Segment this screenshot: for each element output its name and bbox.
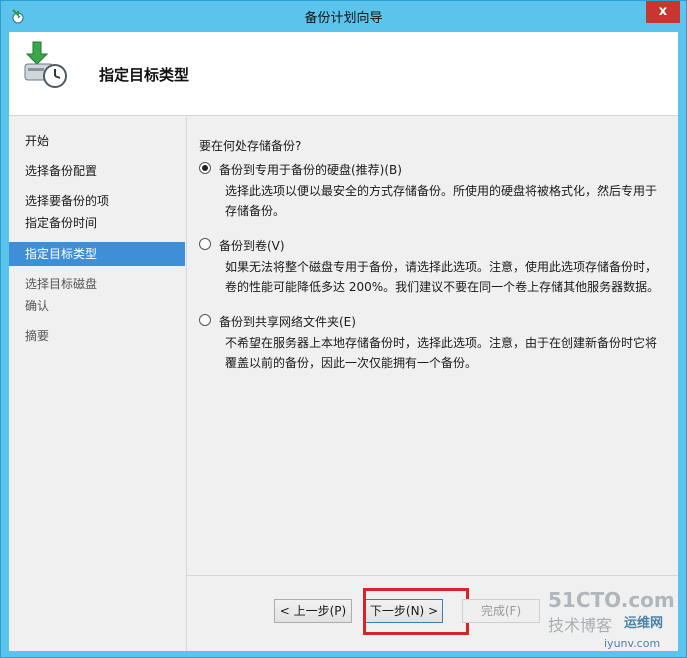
page-title: 指定目标类型 [99, 66, 190, 84]
wizard-header: 指定目标类型 [9, 32, 678, 116]
option-volume-description: 如果无法将整个磁盘专用于备份，请选择此选项。注意，使用此选项存储备份时， 卷的性… [225, 257, 665, 297]
watermark-line4: 运维网 [624, 615, 663, 631]
watermark-line3: iyunv.com [604, 637, 660, 650]
window-title: 备份计划向导 [304, 11, 383, 26]
description-line: 覆盖以前的备份，因此一次仅能拥有一个备份。 [225, 356, 478, 370]
nav-item-confirm: 确认 [25, 299, 50, 313]
close-icon: x [658, 4, 668, 19]
wizard-content: 要在何处存储备份? 备份到专用于备份的硬盘(推荐)(B) 选择此选项以便以最安全… [186, 117, 678, 575]
next-button-highlight [363, 588, 469, 635]
option-volume-label[interactable]: 备份到卷(V) [219, 237, 285, 254]
finish-button: 完成(F) [462, 599, 540, 623]
watermark-line2: 技术博客 [548, 616, 612, 635]
nav-item-destination-disk: 选择目标磁盘 [25, 277, 98, 291]
nav-item-start[interactable]: 开始 [9, 129, 185, 153]
description-line: 不希望在服务器上本地存储备份时，选择此选项。注意，由于在创建新备份时它将 [225, 336, 658, 350]
description-line: 如果无法将整个磁盘专用于备份，请选择此选项。注意，使用此选项存储备份时， [225, 260, 658, 274]
title-bar[interactable]: 备份计划向导 x [1, 1, 686, 31]
option-dedicated-disk-label[interactable]: 备份到专用于备份的硬盘(推荐)(B) [219, 161, 402, 178]
option-network-share-label[interactable]: 备份到共享网络文件夹(E) [219, 313, 356, 330]
watermark-line1: 51CTO.com [548, 588, 675, 612]
radio-volume[interactable] [199, 238, 211, 250]
nav-item-select-items[interactable]: 选择要备份的项 [9, 189, 185, 213]
nav-item-destination-type[interactable]: 指定目标类型 [9, 242, 185, 266]
nav-item-select-backup-config[interactable]: 选择备份配置 [9, 159, 185, 183]
description-line: 存储备份。 [225, 204, 286, 218]
nav-item-backup-time[interactable]: 指定备份时间 [9, 211, 185, 235]
nav-item-summary: 摘要 [25, 329, 50, 343]
close-button[interactable]: x [646, 1, 680, 23]
description-line: 卷的性能可能降低多达 200%。我们建议不要在同一个卷上存储其他服务器数据。 [225, 280, 660, 294]
wizard-steps-nav: 开始 选择备份配置 选择要备份的项 指定备份时间 指定目标类型 选择目标磁盘 确… [9, 117, 186, 651]
backup-schedule-wizard-window: 备份计划向导 x 指定目标类型 开始 选择备份配置 选择要备份的项 指定备份时间… [0, 0, 687, 658]
site-watermark: 51CTO.com 技术博客 运维网 iyunv.com [548, 588, 675, 650]
radio-network-share[interactable] [199, 314, 211, 326]
destination-question: 要在何处存储备份? [199, 139, 302, 153]
backup-wizard-icon [24, 41, 67, 88]
option-dedicated-disk-description: 选择此选项以便以最安全的方式存储备份。所使用的硬盘将被格式化，然后专用于 存储备… [225, 181, 665, 221]
previous-button[interactable]: < 上一步(P) [274, 599, 352, 623]
option-network-share-description: 不希望在服务器上本地存储备份时，选择此选项。注意，由于在创建新备份时它将 覆盖以… [225, 333, 665, 373]
description-line: 选择此选项以便以最安全的方式存储备份。所使用的硬盘将被格式化，然后专用于 [225, 184, 658, 198]
wizard-client-area: 指定目标类型 开始 选择备份配置 选择要备份的项 指定备份时间 指定目标类型 选… [9, 32, 678, 651]
radio-dedicated-disk[interactable] [199, 162, 211, 174]
